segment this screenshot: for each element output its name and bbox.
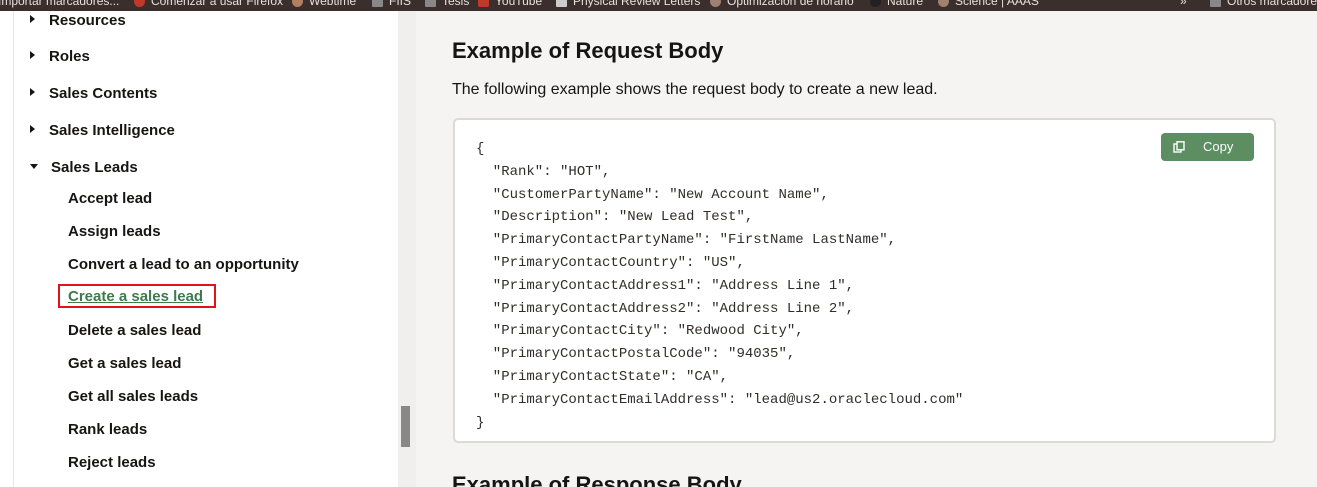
caret-right-icon [30,88,35,97]
main-content: Example of Request Body The following ex… [416,11,1317,487]
folder-icon [425,0,436,8]
bookmark-favicon-icon [292,0,303,8]
sidebar-item-get-sales-lead[interactable]: Get a sales lead [68,355,181,372]
copy-icon [1173,141,1185,153]
bookmarks-bar: Importar marcadores... Comenzar a usar F… [0,0,1317,11]
sidebar-section-sales-intelligence[interactable]: Sales Intelligence [30,122,175,139]
caret-right-icon [30,51,35,60]
folder-icon [1210,0,1221,8]
more-bookmarks-chevron-icon[interactable]: » [1180,0,1187,8]
copy-button-label: Copy [1203,139,1234,154]
youtube-icon [478,0,489,8]
bookmark-item[interactable]: Nature [870,0,923,8]
bookmark-folder[interactable]: FIIS [372,0,411,8]
sidebar-section-roles[interactable]: Roles [30,48,90,65]
caret-right-icon [30,125,35,134]
code-block: { "Rank": "HOT", "CustomerPartyName": "N… [453,118,1276,443]
bookmark-item[interactable]: YouTube [478,0,542,8]
next-section-heading: Example of Response Body [452,472,742,487]
caret-down-icon [30,163,38,169]
nature-icon [870,0,881,8]
sidebar-section-sales-leads[interactable]: Sales Leads [30,159,138,176]
bookmark-item[interactable]: Physical Review Letters [556,0,700,8]
sidebar-edge-divider [13,11,14,487]
sidebar-item-reject-leads[interactable]: Reject leads [68,454,156,471]
section-description: The following example shows the request … [452,81,938,98]
caret-right-icon [30,15,35,24]
sidebar-item-get-all-sales-leads[interactable]: Get all sales leads [68,388,198,405]
sidebar-item-convert-lead[interactable]: Convert a lead to an opportunity [68,256,299,273]
bookmark-item[interactable]: Comenzar a usar Firefox [134,0,283,8]
sidebar-scrollbar-thumb[interactable] [401,406,410,447]
globe-icon [710,0,721,8]
bookmark-item[interactable]: Webtime [292,0,356,8]
bookmark-item[interactable]: Optimización de horario [710,0,854,8]
bookmark-folder[interactable]: Tesis [425,0,469,8]
sidebar-section-sales-contents[interactable]: Sales Contents [30,85,157,102]
bookmark-item[interactable]: Importar marcadores... [0,0,119,8]
sidebar-item-delete-sales-lead[interactable]: Delete a sales lead [68,322,201,339]
sidebar-item-accept-lead[interactable]: Accept lead [68,190,152,207]
copy-button[interactable]: Copy [1161,133,1254,161]
annotation-highlight-box [58,284,216,308]
globe-icon [938,0,949,8]
sidebar-item-rank-leads[interactable]: Rank leads [68,421,147,438]
sidebar-nav [0,11,398,487]
section-heading: Example of Request Body [452,38,724,63]
folder-icon [372,0,383,8]
firefox-icon [134,0,145,8]
sidebar-section-resources[interactable]: Resources [30,12,126,29]
sidebar-item-assign-leads[interactable]: Assign leads [68,223,161,240]
bookmark-folder[interactable]: Otros marcadores [1210,0,1317,8]
code-content: { "Rank": "HOT", "CustomerPartyName": "N… [476,141,964,431]
bookmark-item[interactable]: Science | AAAS [938,0,1039,8]
page-icon [556,0,567,8]
